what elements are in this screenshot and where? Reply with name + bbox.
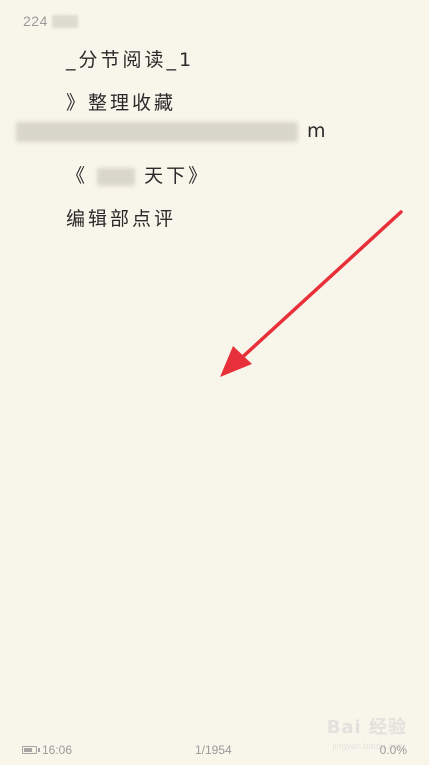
battery-fill — [24, 748, 32, 752]
content-line-url: m — [16, 120, 329, 142]
clock-time: 16:06 — [42, 743, 73, 757]
content-line: 编辑部点评 — [66, 208, 177, 230]
book-title-tail: 天下》 — [144, 165, 211, 187]
reader-status-bar: 16:06 1/1954 0.0% — [0, 735, 429, 765]
book-title-open: 《 — [66, 165, 89, 187]
chapter-header: 224 — [23, 13, 79, 29]
redacted-chapter-title — [52, 15, 79, 28]
content-line: 》整理收藏 — [66, 92, 177, 114]
arrow-head — [220, 346, 252, 377]
arrow-shaft — [234, 210, 403, 365]
content-line-book-title: 《 天下》 — [66, 161, 210, 188]
battery-icon — [22, 746, 40, 754]
page-counter: 1/1954 — [195, 743, 232, 757]
chapter-number: 224 — [23, 13, 48, 29]
redacted-url — [16, 121, 298, 142]
content-line: _分节阅读_1 — [66, 49, 195, 71]
annotation-arrow — [220, 210, 403, 377]
redacted-book-title — [97, 167, 136, 186]
url-tail: m — [307, 120, 329, 142]
reader-page[interactable]: 224 _分节阅读_1 》整理收藏 m 《 天下》 编辑部点评 Bai 经验 j… — [0, 0, 429, 765]
reading-progress: 0.0% — [379, 743, 407, 757]
